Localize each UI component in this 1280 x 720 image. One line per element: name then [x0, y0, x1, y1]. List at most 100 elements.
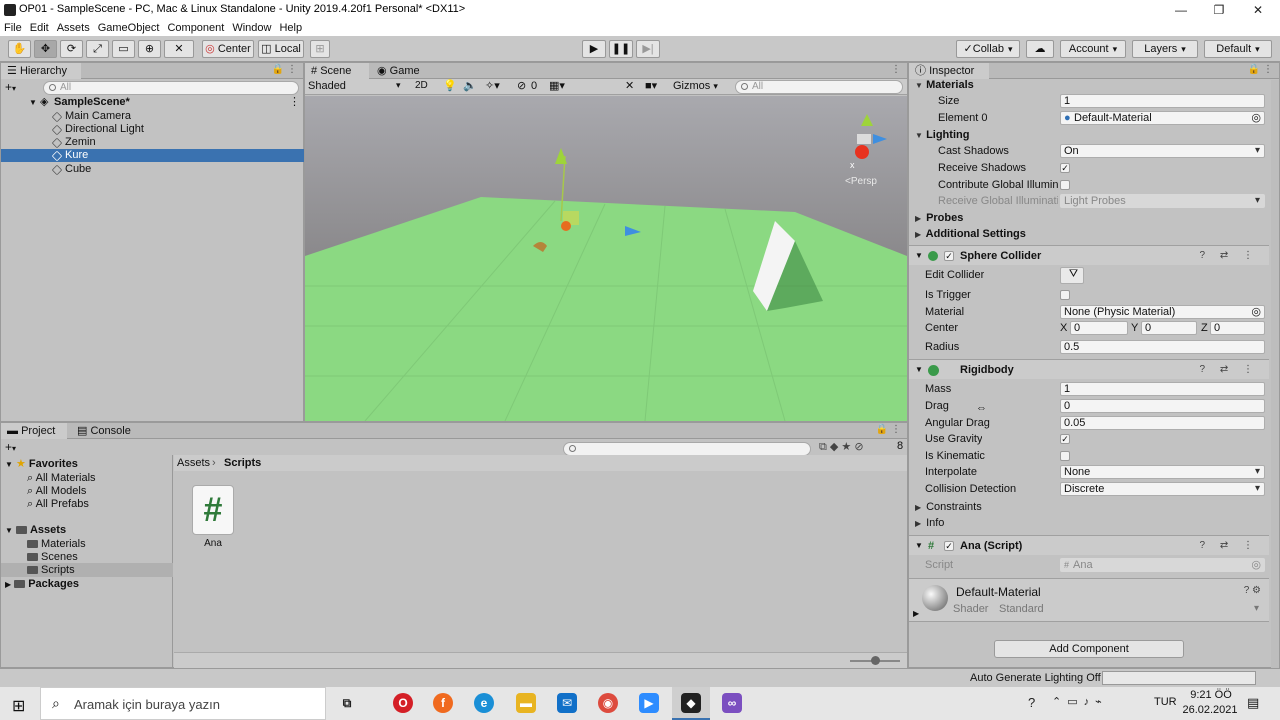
menu-file[interactable]: File	[0, 20, 26, 36]
file-explorer-icon[interactable]: ▬	[516, 693, 536, 713]
rigidbody-header[interactable]: ▼ Rigidbody ? ⇄ ⋮	[909, 359, 1269, 379]
layout-dropdown[interactable]: Default	[1204, 40, 1272, 58]
tools-icon[interactable]: ✕	[625, 79, 634, 92]
hierarchy-item[interactable]: Directional Light	[1, 123, 304, 136]
object-picker-icon[interactable]: ◎	[1251, 306, 1261, 318]
scene-menu-icon[interactable]: ⋮	[289, 96, 300, 109]
collider-material-field[interactable]: None (Physic Material) ◎	[1060, 305, 1265, 319]
rect-tool-icon[interactable]: ▭	[112, 40, 135, 58]
contribute-gi-checkbox[interactable]	[1060, 180, 1070, 190]
use-gravity-checkbox[interactable]: ✓	[1060, 434, 1070, 444]
audio-toggle-icon[interactable]: 🔈	[463, 79, 477, 92]
camera-icon[interactable]: ■▾	[645, 79, 657, 92]
hand-tool-icon[interactable]: ✋	[8, 40, 31, 58]
panel-menu-icon[interactable]: ⋮	[891, 64, 901, 75]
grid-options-icon[interactable]: ▦▾	[549, 79, 565, 92]
receive-shadows-checkbox[interactable]: ✓	[1060, 163, 1070, 173]
pause-button[interactable]: ❚❚	[609, 40, 633, 58]
center-x-field[interactable]: 0	[1070, 321, 1128, 335]
constraints-foldout[interactable]: ▶ Constraints	[909, 499, 1269, 515]
clock-time[interactable]: 9:21 ÖÖ	[1186, 689, 1236, 701]
firefox-icon[interactable]: f	[433, 693, 453, 713]
windows-start-icon[interactable]: ⊞	[12, 696, 25, 716]
shading-dropdown[interactable]: Shaded ▾	[308, 80, 404, 92]
cast-shadows-dropdown[interactable]: On	[1060, 144, 1265, 158]
collab-dropdown[interactable]: ✓Collab	[956, 40, 1020, 58]
menu-component[interactable]: Component	[163, 20, 228, 36]
edge-icon[interactable]: e	[474, 693, 494, 713]
interpolate-dropdown[interactable]: None	[1060, 465, 1265, 479]
mail-icon[interactable]: ✉	[557, 693, 577, 713]
element0-field[interactable]: ● Default-Material ◎	[1060, 111, 1265, 125]
hierarchy-item-selected[interactable]: Kure	[1, 149, 304, 162]
opera-icon[interactable]: O	[393, 693, 413, 713]
favorite-item[interactable]: ⌕ All Models	[27, 485, 86, 498]
is-trigger-checkbox[interactable]	[1060, 290, 1070, 300]
asset-folder-selected[interactable]: Scripts	[27, 564, 75, 577]
additional-settings-foldout[interactable]: ▶ Additional Settings	[909, 226, 1269, 242]
minimize-button[interactable]: —	[1168, 2, 1194, 18]
probes-foldout[interactable]: ▶ Probes	[909, 210, 1269, 226]
custom-tool-icon[interactable]: ✕	[164, 40, 194, 58]
filter-icons[interactable]: ⧉ ◆ ★ ⊘	[819, 440, 864, 454]
center-z-field[interactable]: 0	[1210, 321, 1265, 335]
zoom-icon[interactable]: ▶	[639, 693, 659, 713]
layers-dropdown[interactable]: Layers	[1132, 40, 1198, 58]
breadcrumb-scripts[interactable]: Scripts	[224, 457, 261, 469]
favorite-item[interactable]: ⌕ All Materials	[27, 472, 96, 485]
clock-date[interactable]: 26.02.2021	[1180, 704, 1240, 716]
expand-icon[interactable]: ▶	[913, 609, 919, 618]
breadcrumb-assets[interactable]: Assets	[177, 457, 210, 469]
task-view-icon[interactable]: ⧉	[337, 693, 357, 713]
grid-snap-icon[interactable]: ⊞	[310, 40, 330, 58]
rotate-tool-icon[interactable]: ⟳	[60, 40, 83, 58]
visibility-icon[interactable]: ⊘	[517, 79, 526, 92]
component-menu-icons[interactable]: ? ⇄ ⋮	[1200, 536, 1260, 556]
sphere-kure[interactable]	[561, 221, 571, 231]
effects-icon[interactable]: ✧▾	[485, 79, 500, 92]
scene-search-input[interactable]: All	[735, 80, 903, 94]
tab-scene[interactable]: # Scene	[305, 63, 369, 79]
transform-tool-icon[interactable]: ⊕	[138, 40, 161, 58]
step-button[interactable]: ▶|	[636, 40, 660, 58]
light-toggle-icon[interactable]: 💡	[443, 79, 457, 92]
angular-drag-field[interactable]: 0.05	[1060, 416, 1265, 430]
menu-assets[interactable]: Assets	[53, 20, 94, 36]
project-create-button[interactable]: +▾	[5, 440, 16, 454]
unity-icon[interactable]: ◆	[681, 693, 701, 713]
hierarchy-search-input[interactable]: All	[43, 81, 299, 95]
tab-project[interactable]: ▬ Project	[1, 423, 67, 439]
favorites-folder[interactable]: ▼ ★ Favorites	[5, 458, 78, 471]
is-kinematic-checkbox[interactable]	[1060, 451, 1070, 461]
play-button[interactable]: ▶	[582, 40, 606, 58]
script-enabled-checkbox[interactable]: ✓	[944, 541, 954, 551]
inspector-scrollbar[interactable]	[1271, 80, 1279, 668]
shader-dropdown[interactable]: Standard ▾	[999, 603, 1263, 617]
language-indicator[interactable]: TUR	[1154, 696, 1177, 708]
panel-menu-icon[interactable]: 🔒 ⋮	[272, 64, 297, 75]
tab-game[interactable]: ◉ Game	[371, 63, 431, 79]
hierarchy-item[interactable]: Zemin	[1, 136, 304, 149]
sphere-collider-header[interactable]: ▼ ✓ Sphere Collider ? ⇄ ⋮	[909, 245, 1269, 265]
mass-field[interactable]: 1	[1060, 382, 1265, 396]
menu-help[interactable]: Help	[275, 20, 306, 36]
center-y-field[interactable]: 0	[1141, 321, 1197, 335]
help-settings-icons[interactable]: ? ⚙	[1244, 585, 1261, 596]
sphere-collider-enabled-checkbox[interactable]: ✓	[944, 251, 954, 261]
visual-studio-icon[interactable]: ∞	[722, 693, 742, 713]
radius-field[interactable]: 0.5	[1060, 340, 1265, 354]
collision-detection-dropdown[interactable]: Discrete	[1060, 482, 1265, 496]
hierarchy-item[interactable]: Cube	[1, 163, 304, 176]
create-button[interactable]: +▾	[5, 80, 16, 94]
lighting-foldout[interactable]: ▼ Lighting	[909, 127, 1269, 143]
menu-window[interactable]: Window	[228, 20, 275, 36]
add-component-button[interactable]: Add Component	[994, 640, 1184, 658]
tray-icons[interactable]: ⌃▭♪⌁	[1052, 695, 1108, 708]
panel-menu-icon[interactable]: 🔒 ⋮	[1248, 64, 1273, 75]
component-menu-icons[interactable]: ? ⇄ ⋮	[1200, 246, 1260, 266]
object-picker-icon[interactable]: ◎	[1251, 112, 1261, 124]
pivot-center-button[interactable]: ◎ Center	[202, 40, 254, 58]
edit-collider-button[interactable]: ⛛	[1060, 267, 1084, 284]
component-menu-icons[interactable]: ? ⇄ ⋮	[1200, 360, 1260, 380]
slider-thumb[interactable]	[871, 656, 880, 665]
